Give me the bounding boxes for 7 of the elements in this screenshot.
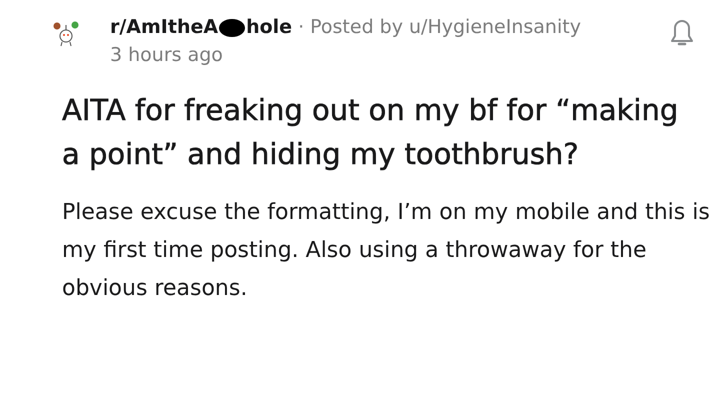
post-body: Please excuse the formatting, I’m on my mobile and this is my first time posting. Also using a throwaway for the obvious reasons. (62, 199, 711, 303)
subreddit-name[interactable]: r/AmItheA hole (110, 16, 292, 38)
separator-dot: · (298, 16, 304, 38)
post-title: AITA for freaking out on my bf for “making a point” and hiding my toothbrush? (62, 92, 680, 173)
post-time: 3 hours ago (110, 44, 224, 66)
mascot-icon (52, 20, 80, 48)
posted-by[interactable]: Posted by u/HygieneInsanity (310, 16, 581, 38)
